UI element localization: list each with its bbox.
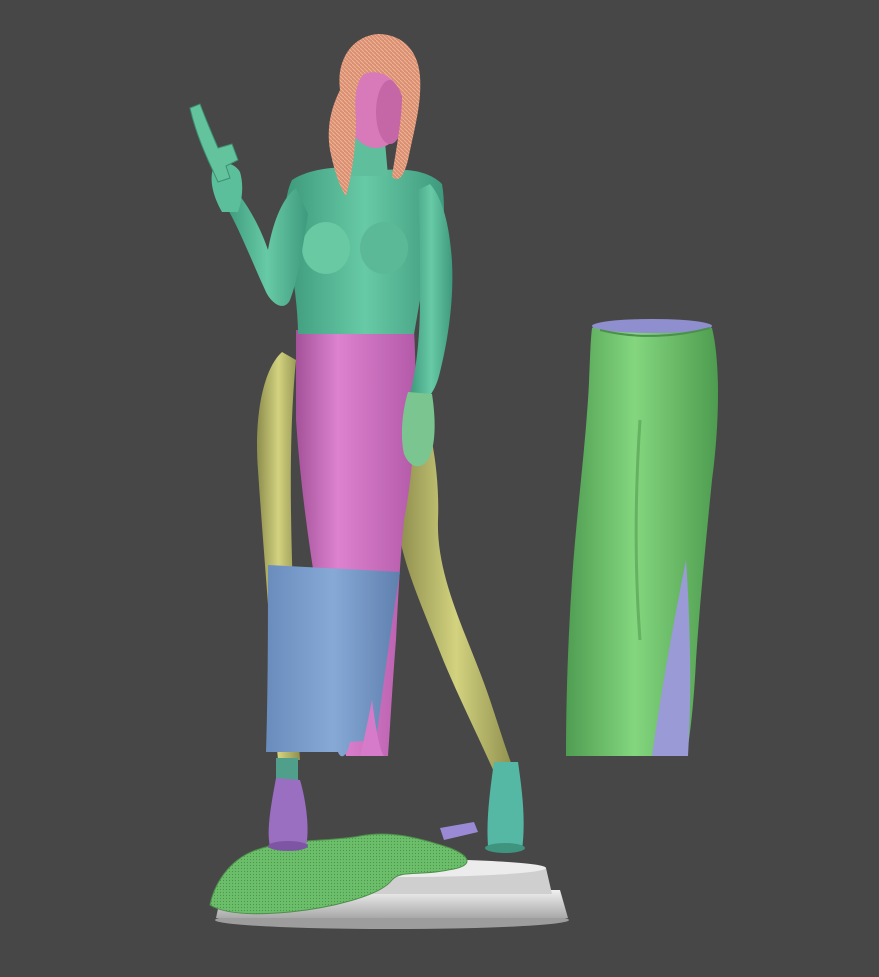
3d-viewport[interactable]: [0, 0, 879, 977]
chest-right: [360, 222, 408, 274]
chest-left: [302, 222, 350, 274]
pants-part[interactable]: [566, 319, 718, 756]
right-shoe[interactable]: [440, 762, 525, 853]
hanging-hand[interactable]: [401, 392, 435, 467]
left-shoe[interactable]: [268, 758, 308, 851]
scene-render: [189, 34, 718, 929]
